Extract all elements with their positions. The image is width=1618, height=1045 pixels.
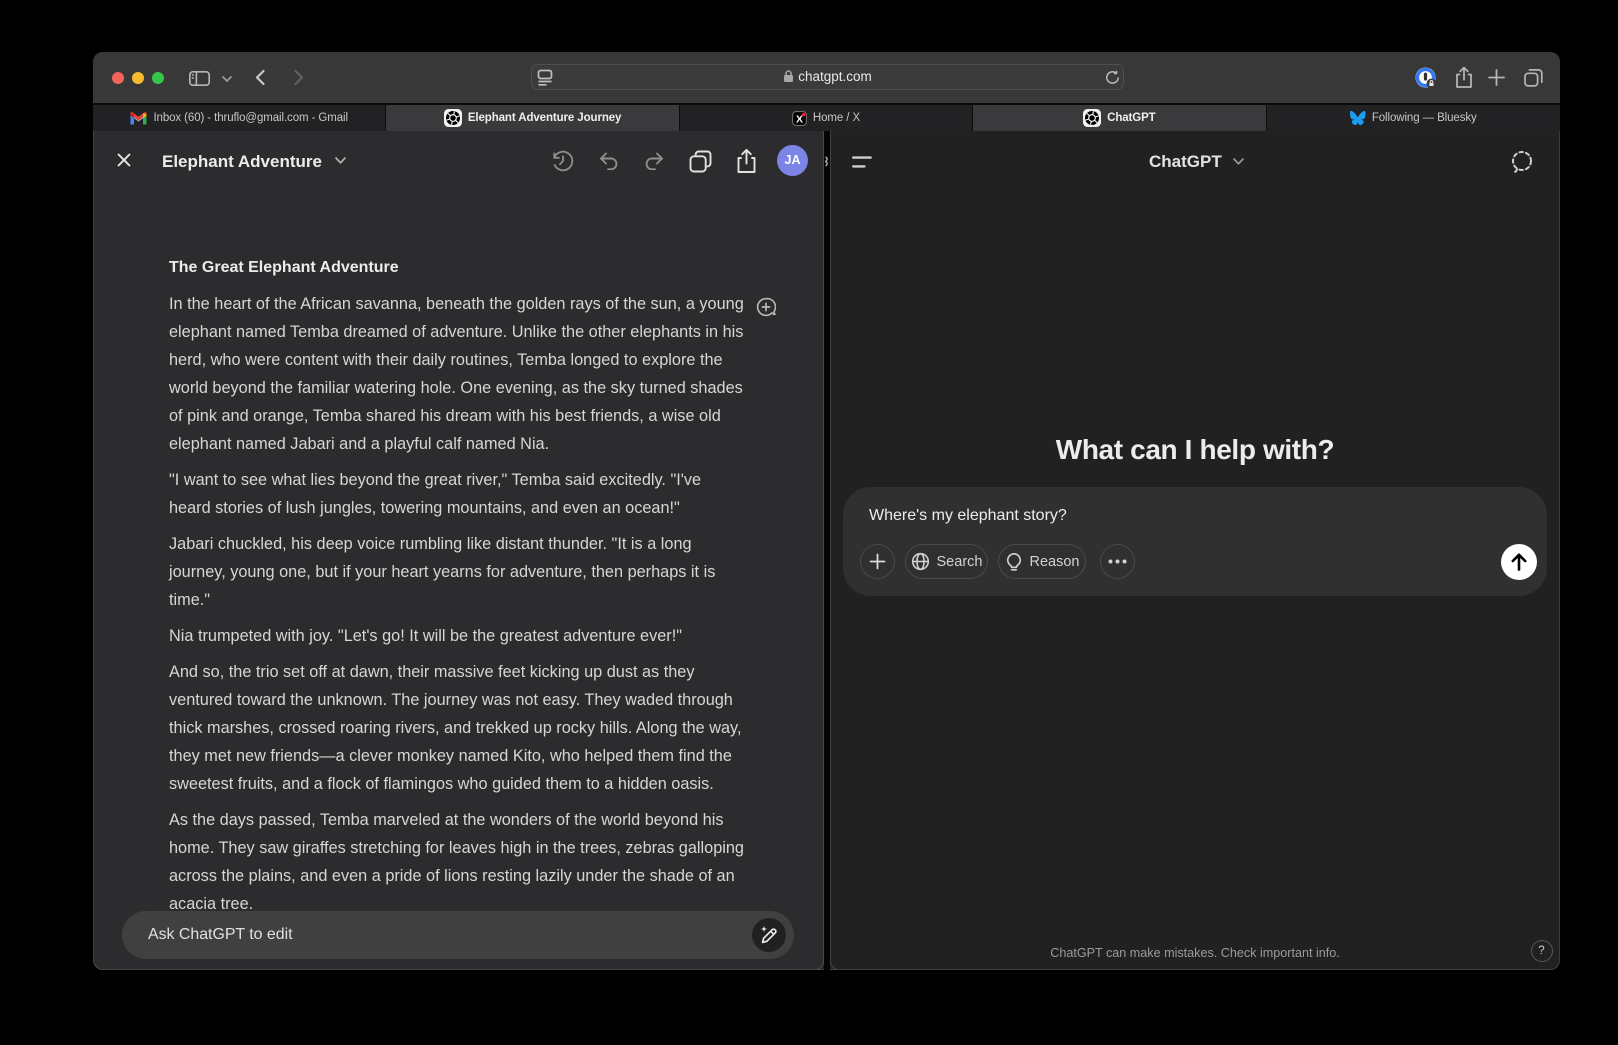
svg-text:X: X xyxy=(796,113,803,125)
